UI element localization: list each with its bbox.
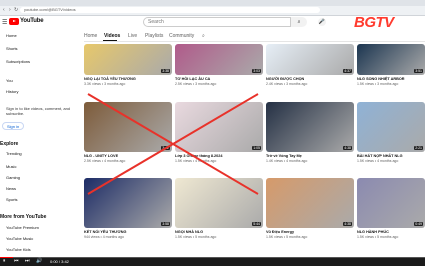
video-player-bar: ⏸ ⏮ ⏭ 🔊 0:00 / 3:42 xyxy=(0,257,425,266)
video-meta: 1.5K views • 5 months ago xyxy=(357,235,399,239)
video-thumbnail[interactable]: 1:05 xyxy=(175,102,263,152)
back-icon[interactable]: ‹ xyxy=(3,7,5,13)
tab-videos[interactable]: Videos xyxy=(104,33,120,39)
video-meta: 2.5K views • 4 months ago xyxy=(84,159,126,163)
video-duration: 4:37 xyxy=(343,69,352,73)
video-title[interactable]: NLG - UNITY LOVE xyxy=(84,154,118,158)
previous-icon[interactable]: ⏮ xyxy=(14,258,19,264)
search-icon: ⌕ xyxy=(297,19,301,25)
video-thumbnail[interactable]: 3:03 xyxy=(175,44,263,75)
video-duration: 3:58 xyxy=(161,222,170,226)
video-duration: 4:38 xyxy=(343,222,352,226)
player-time: 0:00 / 3:42 xyxy=(50,259,69,264)
video-title[interactable]: BÀI HÁT NỢP NHẤT NLG xyxy=(357,154,403,158)
player-progress-fill xyxy=(0,257,13,258)
tab-playlists[interactable]: Playlists xyxy=(145,33,163,39)
channel-search-icon[interactable]: ⌕ xyxy=(202,33,205,39)
mic-icon[interactable]: 🎤 xyxy=(318,18,326,26)
sidebar-item-sports[interactable]: Sports xyxy=(6,197,18,202)
reload-icon[interactable]: ↻ xyxy=(14,7,18,13)
signin-prompt: Sign in to like videos, comment, and sub… xyxy=(6,106,71,116)
video-meta: 1.5K views • 5 months ago xyxy=(175,235,217,239)
video-thumbnail[interactable]: 4:37 xyxy=(266,44,354,75)
sidebar-item-gaming[interactable]: Gaming xyxy=(6,175,20,180)
sidebar-item-shorts[interactable]: Shorts xyxy=(6,46,18,51)
search-button[interactable]: ⌕ xyxy=(290,17,307,27)
more-heading: More from YouTube xyxy=(0,214,47,220)
youtube-logo-text[interactable]: YouTube xyxy=(20,18,44,24)
sidebar-item-trending[interactable]: Trending xyxy=(6,151,22,156)
video-title[interactable]: KẾT NỐI YÊU THƯƠNG xyxy=(84,230,126,234)
video-meta: 1.4K views • 4 months ago xyxy=(266,159,308,163)
sidebar-item-music[interactable]: Music xyxy=(6,164,16,169)
video-title[interactable]: NGỌ LẠI TOẢ YÊU THƯƠNG xyxy=(84,77,136,81)
video-title[interactable]: Trở về Vòng Tay Mẹ xyxy=(266,154,302,158)
sidebar-item-youtube-music[interactable]: YouTube Music xyxy=(6,236,33,241)
active-tab-indicator xyxy=(103,40,117,41)
sidebar: Home Shorts Subscriptions You History Si… xyxy=(0,29,78,257)
pause-icon[interactable]: ⏸ xyxy=(3,258,6,264)
video-thumbnail[interactable]: 0:49 xyxy=(357,178,425,228)
video-thumbnail[interactable]: 2:21 xyxy=(357,102,425,152)
video-meta: 1.5K views • 3 months ago xyxy=(357,82,399,86)
video-title[interactable]: TƠ HỒI LẠC ÂU CA xyxy=(175,77,210,81)
sidebar-item-news[interactable]: News xyxy=(6,186,16,191)
video-meta: 2.5K views • 3 months ago xyxy=(175,82,217,86)
video-thumbnail[interactable]: 4:38 xyxy=(266,102,354,152)
video-meta: 1.5K views • 5 months ago xyxy=(266,235,308,239)
video-duration: 1:05 xyxy=(252,146,261,150)
video-title[interactable]: NGƯỜI ĐƯỢC CHỌN xyxy=(266,77,304,81)
explore-heading: Explore xyxy=(0,141,19,147)
forward-icon[interactable]: › xyxy=(9,7,11,13)
video-duration: 3:42 xyxy=(161,146,170,150)
video-duration: 3:51 xyxy=(414,69,423,73)
video-title[interactable]: NLG SONG NHIỆT ARBOR xyxy=(357,77,405,81)
next-icon[interactable]: ⏭ xyxy=(25,258,30,264)
tab-divider xyxy=(84,41,425,42)
bgtv-watermark: BGTV xyxy=(354,14,394,31)
video-thumbnail[interactable]: 5:44 xyxy=(175,178,263,228)
video-title[interactable]: NGỌI NHÀ NLG xyxy=(175,230,203,234)
player-progress-bar[interactable] xyxy=(0,257,425,258)
video-thumbnail[interactable]: 4:38 xyxy=(266,178,354,228)
video-meta: 944 views • 4 months ago xyxy=(84,235,124,239)
video-meta: 1.5K views • 4 months ago xyxy=(357,159,399,163)
video-duration: 3:38 xyxy=(161,69,170,73)
video-duration: 3:03 xyxy=(252,69,261,73)
video-meta: 1.5K views • 4 months ago xyxy=(175,159,217,163)
sidebar-item-premium[interactable]: YouTube Premium xyxy=(6,225,39,230)
sidebar-item-history[interactable]: History xyxy=(6,89,18,94)
video-duration: 4:38 xyxy=(343,146,352,150)
volume-icon[interactable]: 🔊 xyxy=(36,258,42,264)
video-thumbnail[interactable]: 3:58 xyxy=(84,178,172,228)
menu-icon[interactable]: ☰ xyxy=(2,19,7,26)
tab-community[interactable]: Community xyxy=(169,33,194,39)
video-meta: 2.4K views • 3 months ago xyxy=(266,82,308,86)
sidebar-item-home[interactable]: Home xyxy=(6,33,17,38)
url-field[interactable]: youtube.com/@BGTV/videos xyxy=(20,7,320,13)
video-thumbnail[interactable]: 3:51 xyxy=(357,44,425,75)
sidebar-item-you[interactable]: You xyxy=(6,78,13,83)
sidebar-item-subscriptions[interactable]: Subscriptions xyxy=(6,59,30,64)
signin-button[interactable]: Sign in xyxy=(2,122,24,130)
video-duration: 2:21 xyxy=(414,146,423,150)
sidebar-item-youtube-kids[interactable]: YouTube Kids xyxy=(6,247,31,252)
video-thumbnail[interactable]: 3:42 xyxy=(84,102,172,152)
tab-home[interactable]: Home xyxy=(84,33,97,39)
search-input[interactable]: Search xyxy=(143,17,301,27)
video-title[interactable]: Vũ Điệu Energy xyxy=(266,230,294,234)
tab-live[interactable]: Live xyxy=(128,33,137,39)
video-title[interactable]: Lớp 3 Online tháng 8.2024 xyxy=(175,154,222,158)
video-duration: 5:44 xyxy=(252,222,261,226)
youtube-logo-icon[interactable] xyxy=(9,18,19,25)
video-title[interactable]: NLG HÀNH PHÚC xyxy=(357,230,389,234)
video-duration: 0:49 xyxy=(414,222,423,226)
video-thumbnail[interactable]: 3:38 xyxy=(84,44,172,75)
video-meta: 3.3K views • 3 months ago xyxy=(84,82,126,86)
